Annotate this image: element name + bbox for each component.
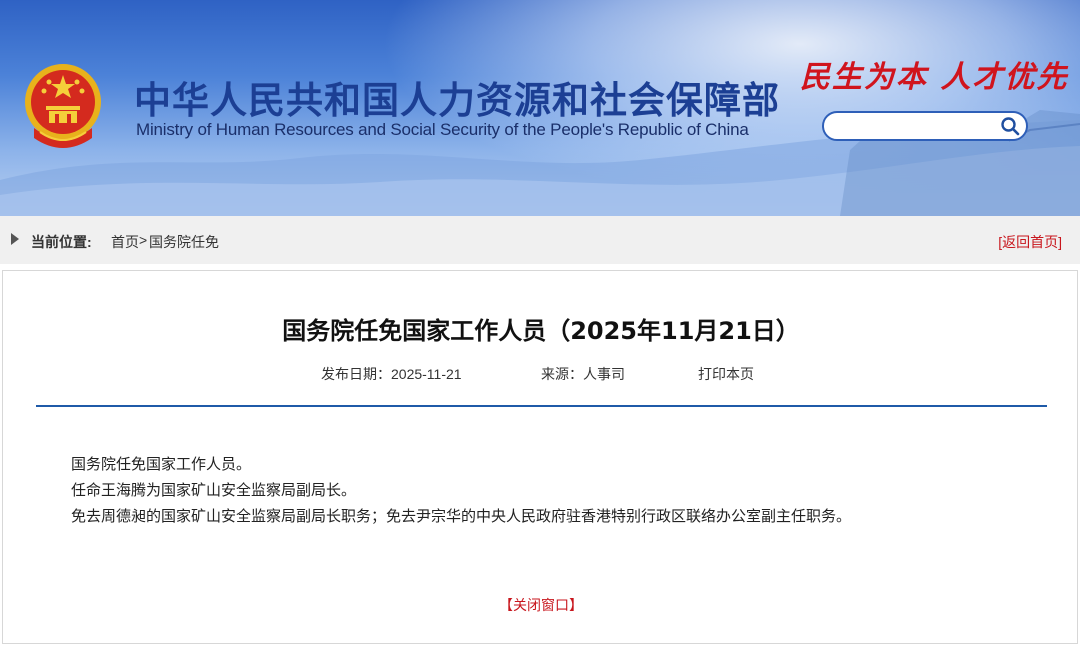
site-slogan: 民生为本 人才优先: [800, 60, 1069, 95]
print-page-link[interactable]: 打印本页: [698, 364, 754, 384]
breadcrumb-current-link[interactable]: 国务院任免: [149, 232, 219, 252]
article-paragraph: 任命王海腾为国家矿山安全监察局副局长。: [71, 481, 357, 499]
site-header: 中华人民共和国人力资源和社会保障部 Ministry of Human Reso…: [0, 0, 1080, 216]
article-paragraph: 免去周德昶的国家矿山安全监察局副局长职务；免去尹宗华的中央人民政府驻香港特别行政…: [71, 507, 852, 525]
publish-date: 发布日期：2025-11-21: [321, 366, 462, 382]
breadcrumb-separator: >: [139, 232, 148, 248]
article-source: 来源：人事司: [541, 366, 625, 382]
triangle-right-icon: [11, 233, 19, 245]
article-title: 国务院任免国家工作人员（2025年11月21日）: [282, 317, 800, 345]
site-title-english: Ministry of Human Resources and Social S…: [136, 120, 749, 139]
article-container: 国务院任免国家工作人员（2025年11月21日） 发布日期：2025-11-21…: [2, 270, 1078, 644]
breadcrumb: 当前位置: 首页 > 国务院任免 [返回首页]: [0, 216, 1080, 264]
article-paragraph: 国务院任免国家工作人员。: [71, 455, 252, 473]
search-box: [822, 111, 1028, 141]
breadcrumb-home-link[interactable]: 首页: [111, 232, 139, 252]
national-emblem-icon: [25, 64, 101, 148]
title-divider: [36, 405, 1047, 407]
site-title-chinese: 中华人民共和国人力资源和社会保障部: [134, 79, 780, 122]
breadcrumb-label: 当前位置:: [31, 234, 92, 250]
search-input[interactable]: [836, 117, 996, 135]
article-body: 国务院任免国家工作人员。 任命王海腾为国家矿山安全监察局副局长。 免去周德昶的国…: [71, 451, 1031, 529]
search-icon[interactable]: [1000, 116, 1020, 136]
back-to-home-link[interactable]: [返回首页]: [998, 232, 1062, 252]
close-window-link[interactable]: 【关闭窗口】: [3, 595, 1079, 615]
